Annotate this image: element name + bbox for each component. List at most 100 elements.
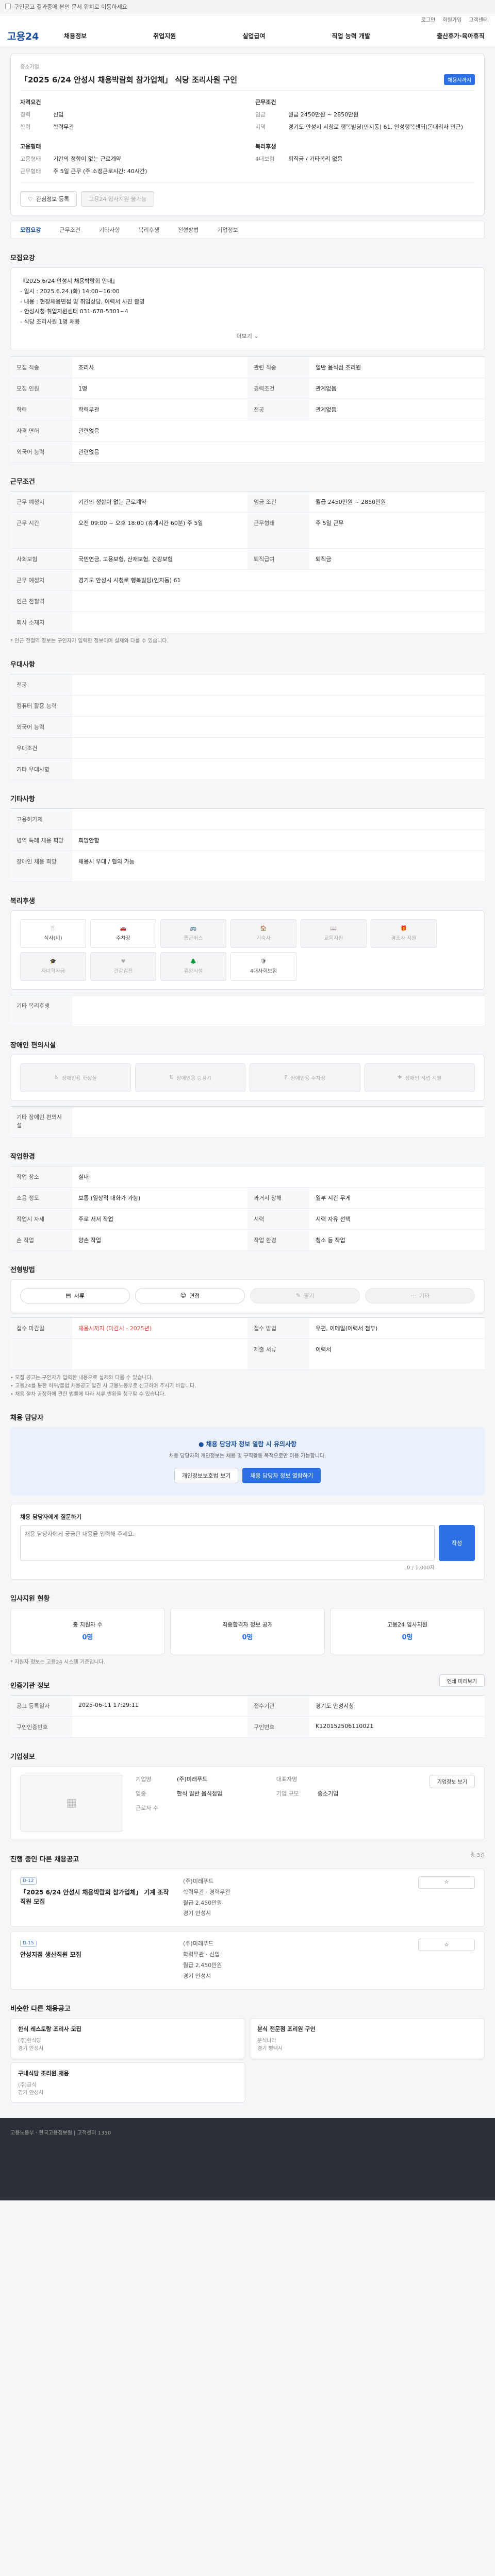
tab-company[interactable]: 기업정보 (217, 226, 238, 234)
note-line: • 고용24를 통한 허위/불법 채용공고 발견 시 고용노동부로 신고하여 주… (10, 1383, 196, 1389)
table-row: 근무 예정지 기간의 정함이 없는 근로계약 임금 조건 월급 2450만원 ~… (10, 491, 485, 513)
company-size-value: 중소기업 (317, 1790, 339, 1797)
nav-leave[interactable]: 출산휴가·육아휴직 (437, 31, 485, 40)
cell-value (72, 612, 485, 633)
pref-section-title: 우대사항 (10, 660, 35, 669)
job-card-title[interactable]: 「2025 6/24 안성시 채용박람회 참가업체」 기계 조작 직원 모집 (20, 1888, 175, 1906)
table-row: 제출 서류 이력서 (10, 1338, 485, 1370)
cell-value: 보통 (일상적 대화가 가능) (78, 1194, 141, 1201)
table-row: 공고 등록일자 2025-06-11 17:29:11 접수기관 경기도 안성시… (10, 1695, 485, 1717)
education-value: 학력무관 (53, 124, 74, 130)
stats-cards: 총 지원자 수 0명 최종합격자 정보 공개 0명 고용24 입사지원 0명 (10, 1607, 485, 1654)
step-label: 필기 (303, 1292, 315, 1299)
intro-line: - 일시 : 2025.6.24.(화) 14:00~16:00 (20, 287, 120, 295)
tab-recruit[interactable]: 모집요강 (20, 226, 41, 234)
global-nav: 고용24 채용정보 취업지원 실업급여 직업 능력 개발 출산휴가·육아휴직 (0, 25, 495, 47)
table-row: 병역 특례 채용 희망 희망안함 (10, 829, 485, 851)
pencil-icon: ✎ (295, 1292, 301, 1299)
parking-icon: P (284, 1075, 288, 1081)
job-card-star-icon[interactable]: ☆ (418, 1876, 475, 1889)
welfare-meal: 🍴 식사(비) (20, 919, 86, 948)
job-card-star-icon[interactable]: ☆ (418, 1939, 475, 1952)
work-table: 작업 장소 실내 소음 정도 보통 (일상적 대화가 가능) 과거시 장해 일부… (10, 1165, 485, 1251)
similar-title[interactable]: 구내식당 조리원 채용 (18, 2069, 238, 2077)
dots-icon: ⋯ (410, 1292, 416, 1299)
qna-submit-button[interactable]: 작성 (439, 1524, 475, 1561)
contact-text: 채용 담당자의 개인정보는 채용 및 구직활동 목적으로만 이용 가능합니다. (169, 1453, 326, 1459)
checkbox-icon[interactable] (5, 4, 11, 9)
job-card[interactable]: D-15 안성지점 생산직원 모집 (주)미래푸드 학력무관 · 신입 월급 2… (10, 1931, 485, 1990)
interest-button[interactable]: ♡ 관심정보 등록 (20, 191, 77, 207)
nav-training[interactable]: 직업 능력 개발 (332, 31, 370, 40)
nav-benefit[interactable]: 실업급여 (242, 31, 265, 40)
similar-card[interactable]: 한식 레스토랑 조리사 모집 (주)한식당 경기 안성시 (10, 2018, 245, 2058)
similar-title[interactable]: 한식 레스토랑 조리사 모집 (18, 2025, 238, 2033)
stat-label: 총 지원자 수 (73, 1621, 103, 1629)
cell-value (72, 1717, 248, 1737)
section-tabs: 모집요강 근무조건 기타사항 복리후생 전형방법 기업정보 (10, 221, 485, 239)
similar-card[interactable]: 분식 전문점 조리원 구인 분식나라 경기 평택시 (250, 2018, 485, 2058)
tab-etc[interactable]: 기타사항 (99, 226, 120, 234)
facility-label: 장애인용 주차장 (290, 1076, 326, 1082)
similar-loc: 경기 안성시 (18, 2045, 44, 2052)
disabled-support: ✚ 장애인 작업 지원 (364, 1063, 475, 1092)
cell-label: 시력 (248, 1208, 309, 1229)
deadline-badge: 채용시까지 (444, 74, 475, 85)
site-logo[interactable]: 고용24 (7, 29, 64, 43)
more-button[interactable]: 더보기 ⌄ (20, 331, 475, 342)
stat-num: 0명 (402, 1634, 413, 1642)
cell-label: 과거시 장해 (248, 1187, 309, 1208)
job-card[interactable]: D-12 「2025 6/24 안성시 채용박람회 참가업체」 기계 조작 직원… (10, 1868, 485, 1927)
cell-value: 조리사 (78, 364, 94, 371)
welfare-label: 통근버스 (184, 935, 203, 941)
similar-card[interactable]: 구내식당 조리원 채용 (주)급식 경기 안성시 (10, 2062, 245, 2103)
job-card-title[interactable]: 안성지점 생산직원 모집 (20, 1950, 175, 1959)
cell-label: 제출 서류 (248, 1338, 309, 1369)
nav-support[interactable]: 취업지원 (153, 31, 176, 40)
nav-jobs[interactable]: 채용정보 (64, 31, 87, 40)
help-link[interactable]: 고객센터 (469, 15, 488, 23)
privacy-button[interactable]: 개인정보보호법 보기 (174, 1467, 239, 1483)
login-link[interactable]: 로그인 (421, 15, 436, 23)
print-button[interactable]: 인쇄 미리보기 (439, 1674, 485, 1687)
stat-label: 최종합격자 정보 공개 (222, 1621, 273, 1629)
table-row: 회사 소재지 (10, 612, 485, 633)
document-icon: ▤ (65, 1292, 71, 1299)
contact-lead: ● 채용 담당자 정보 열람 시 유의사항 (198, 1440, 297, 1448)
cell-value: 주로 서서 작업 (78, 1215, 113, 1223)
emp-form-label: 고용형태 (20, 156, 41, 162)
cell-value: 경기도 안성시청 (316, 1702, 354, 1709)
stat-total: 총 지원자 수 0명 (10, 1607, 165, 1654)
apply-button[interactable]: 고용24 입사지원 불가능 (81, 191, 155, 207)
qna-input[interactable] (20, 1524, 435, 1561)
company-rep-label: 대표자명 (276, 1775, 298, 1783)
cell-value (72, 809, 485, 829)
cell-value (72, 738, 485, 758)
info-section-title: 인증기관 정보 (10, 1682, 50, 1690)
cell-value: 일반 음식점 조리원 (316, 364, 361, 371)
tab-welfare[interactable]: 복리후생 (138, 226, 159, 234)
table-row: 외국어 능력 (10, 716, 485, 738)
table-row: 소음 정도 보통 (일상적 대화가 가능) 과거시 장해 일부 시간 무게 (10, 1187, 485, 1209)
cell-label: 근무 시간 (10, 512, 72, 548)
similar-title[interactable]: 분식 전문점 조리원 구인 (257, 2025, 477, 2033)
cell-label: 사회보험 (10, 548, 72, 569)
tab-method[interactable]: 전형방법 (178, 226, 199, 234)
intro-line: - 내용 : 현장채용면접 및 취업상담, 이력서 사진 촬영 (20, 298, 145, 305)
cell-label: 장애인 채용 희망 (10, 851, 72, 882)
wage-value: 월급 2450만원 ~ 2850만원 (288, 111, 359, 118)
method-notes: • 모집 공고는 구인자가 입력한 내용으로 실제와 다를 수 있습니다. • … (10, 1374, 485, 1399)
cell-label: 공고 등록일자 (10, 1695, 72, 1716)
company-card: ▦ 기업명 (주)미래푸드 대표자명 업종 한식 일반 음식점업 기업 규모 중… (10, 1766, 485, 1840)
method-table: 접수 마감일 채용시까지 (마감시 - 2025년) 접수 방법 우편, 이메일… (10, 1317, 485, 1370)
company-logo-placeholder-icon: ▦ (20, 1774, 123, 1832)
signup-link[interactable]: 회원가입 (442, 15, 461, 23)
tab-condition[interactable]: 근무조건 (59, 226, 80, 234)
step-document: ▤ 서류 (20, 1287, 130, 1303)
view-contact-button[interactable]: 채용 담당자 정보 열람하기 (242, 1467, 321, 1483)
company-info-button[interactable]: 기업정보 보기 (429, 1774, 475, 1788)
place-value: 경기도 안성시 시청로 행복빌딩(인지동) 61, 안성행복센터(돈대리사 인근… (288, 124, 463, 130)
table-row: 구인인증번호 구인번호 K120152506110021 (10, 1716, 485, 1738)
table-row: 자격 면허 관련없음 (10, 420, 485, 442)
job-card-wage: 월급 2,450만원 (183, 1962, 222, 1969)
